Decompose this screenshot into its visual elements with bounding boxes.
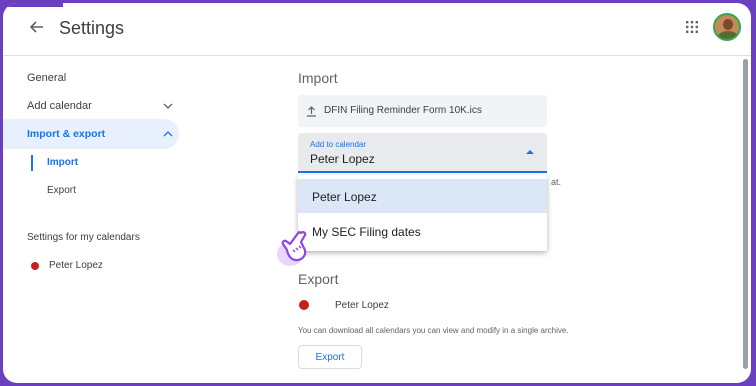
- calendar-color-dot: [299, 300, 309, 310]
- avatar-head: [723, 19, 733, 30]
- app-window: Settings General Add calendar Import & e…: [3, 3, 751, 383]
- export-description: You can download all calendars you can v…: [298, 326, 569, 335]
- avatar-body: [718, 31, 738, 39]
- select-value: Peter Lopez: [310, 152, 375, 166]
- page-title: Settings: [59, 18, 125, 38]
- main-content: Import DFIN Filing Reminder Form 10K.ics…: [3, 55, 743, 383]
- dropdown-option-label: My SEC Filing dates: [312, 225, 421, 239]
- arrow-left-icon[interactable]: [27, 17, 47, 37]
- file-name: DFIN Filing Reminder Form 10K.ics: [324, 105, 482, 116]
- user-avatar[interactable]: [713, 13, 741, 41]
- header: Settings: [3, 3, 751, 56]
- vertical-scrollbar[interactable]: [743, 59, 748, 369]
- file-picker[interactable]: DFIN Filing Reminder Form 10K.ics: [298, 95, 547, 127]
- export-heading: Export: [298, 271, 339, 287]
- select-label: Add to calendar: [310, 140, 367, 149]
- caret-up-icon: [526, 150, 534, 154]
- import-heading: Import: [298, 70, 338, 86]
- add-to-calendar-select[interactable]: Add to calendar Peter Lopez: [298, 133, 547, 173]
- dropdown-option-sec-filing-dates[interactable]: My SEC Filing dates: [298, 214, 547, 248]
- dropdown-option-label: Peter Lopez: [312, 190, 377, 204]
- calendar-dropdown-menu: Peter Lopez My SEC Filing dates: [298, 175, 547, 251]
- upload-icon: [307, 106, 316, 117]
- partial-hint-text: at.: [551, 177, 562, 187]
- dropdown-option-peter-lopez[interactable]: Peter Lopez: [298, 179, 547, 213]
- apps-grid-icon[interactable]: [685, 20, 699, 34]
- export-calendar-name: Peter Lopez: [335, 300, 389, 311]
- hand-pointer-icon: [277, 230, 307, 266]
- export-button[interactable]: Export: [298, 345, 362, 369]
